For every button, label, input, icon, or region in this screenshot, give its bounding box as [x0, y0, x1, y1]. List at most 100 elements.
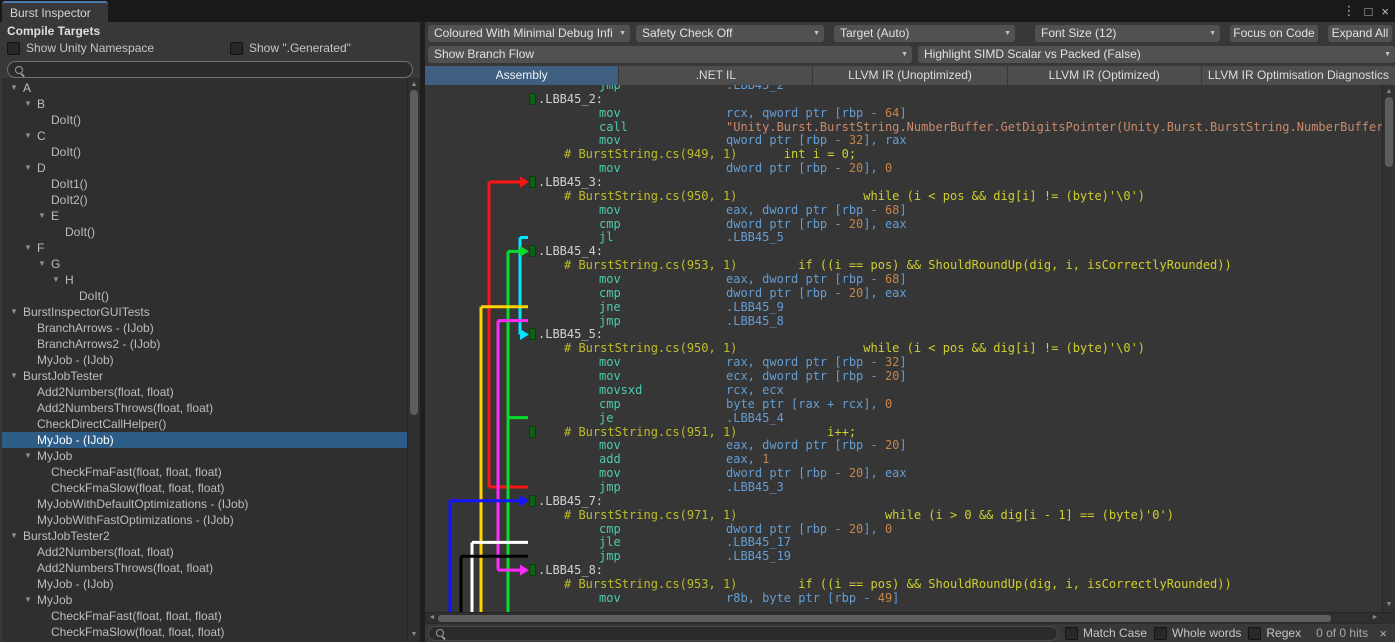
code-line[interactable]: jl.LBB45_5	[425, 230, 1382, 244]
code-scrollbar-thumb[interactable]	[1385, 97, 1393, 167]
code-line[interactable]: cmpdword ptr [rbp - 20], eax	[425, 217, 1382, 231]
tree-item[interactable]: BranchArrows2 - (IJob)	[2, 336, 407, 352]
expander-triangle-icon[interactable]: ▼	[38, 256, 51, 272]
code-scrollbar[interactable]: ▲ ▼	[1382, 85, 1395, 612]
tree-item[interactable]: ▼G	[2, 256, 407, 272]
tree-item[interactable]: CheckDirectCallHelper()	[2, 416, 407, 432]
tab-assembly[interactable]: Assembly	[425, 66, 618, 85]
code-line[interactable]: moveax, dword ptr [rbp - 68]	[425, 272, 1382, 286]
regex-checkbox[interactable]: Regex	[1248, 626, 1301, 640]
code-line[interactable]: moveax, dword ptr [rbp - 20]	[425, 438, 1382, 452]
tree-item[interactable]: DoIt2()	[2, 192, 407, 208]
checkbox-icon[interactable]	[1248, 627, 1261, 640]
tab-llvm-ir-unoptimized[interactable]: LLVM IR (Unoptimized)	[813, 66, 1006, 85]
code-line[interactable]: # BurstString.cs(953, 1) if ((i == pos) …	[425, 258, 1382, 272]
tree-item[interactable]: ▼B	[2, 96, 407, 112]
tree-item[interactable]: MyJob - (IJob)	[2, 576, 407, 592]
tab-net-il[interactable]: .NET IL	[619, 66, 812, 85]
tree-item[interactable]: MyJobWithDefaultOptimizations - (IJob)	[2, 496, 407, 512]
targets-search-field[interactable]	[7, 61, 413, 78]
code-line[interactable]: je.LBB45_4	[425, 411, 1382, 425]
code-line[interactable]: .LBB45_3:	[425, 175, 1382, 189]
checkbox-icon[interactable]	[7, 42, 20, 55]
tree-item[interactable]: Add2NumbersThrows(float, float)	[2, 560, 407, 576]
tree-item[interactable]: MyJobWithFastOptimizations - (IJob)	[2, 512, 407, 528]
code-line[interactable]: movdword ptr [rbp - 20], eax	[425, 466, 1382, 480]
branch-flow-dropdown[interactable]: Show Branch Flow	[428, 46, 912, 63]
window-tab-burst-inspector[interactable]: Burst Inspector	[2, 1, 108, 22]
code-line[interactable]: .LBB45_8:	[425, 563, 1382, 577]
tree-item[interactable]: BranchArrows - (IJob)	[2, 320, 407, 336]
code-line[interactable]: .LBB45_7:	[425, 494, 1382, 508]
tree-item[interactable]: ▼D	[2, 160, 407, 176]
scroll-up-icon[interactable]: ▲	[408, 80, 420, 90]
code-line[interactable]: call"Unity.Burst.BurstString.NumberBuffe…	[425, 120, 1382, 134]
tree-item[interactable]: ▼F	[2, 240, 407, 256]
expander-triangle-icon[interactable]: ▼	[38, 208, 51, 224]
tree-item[interactable]: ▼H	[2, 272, 407, 288]
code-line[interactable]: # BurstString.cs(953, 1) if ((i == pos) …	[425, 577, 1382, 591]
code-line[interactable]: jmp.LBB45_3	[425, 480, 1382, 494]
close-icon[interactable]: ×	[1381, 4, 1389, 19]
code-line[interactable]: movr8b, byte ptr [rbp - 49]	[425, 591, 1382, 605]
hscrollbar-thumb[interactable]	[438, 615, 1331, 622]
code-line[interactable]: movrcx, qword ptr [rbp - 64]	[425, 106, 1382, 120]
code-line[interactable]: # BurstString.cs(949, 1) int i = 0;	[425, 147, 1382, 161]
debug-info-dropdown[interactable]: Coloured With Minimal Debug Infi	[428, 25, 630, 42]
tree-item[interactable]: CheckFmaSlow(float, float, float)	[2, 624, 407, 640]
code-line[interactable]: cmpbyte ptr [rax + rcx], 0	[425, 397, 1382, 411]
code-line[interactable]: jle.LBB45_17	[425, 535, 1382, 549]
tree-item[interactable]: ▼MyJob	[2, 448, 407, 464]
checkbox-icon[interactable]	[1065, 627, 1078, 640]
tree-item[interactable]: CheckFmaFast(float, float, float)	[2, 608, 407, 624]
code-line[interactable]: # BurstString.cs(951, 1) i++;	[425, 425, 1382, 439]
scroll-left-icon[interactable]: ◄	[426, 613, 438, 623]
font-size-dropdown[interactable]: Font Size (12)	[1035, 25, 1220, 42]
tree-item[interactable]: Add2Numbers(float, float)	[2, 384, 407, 400]
code-line[interactable]: movqword ptr [rbp - 32], rax	[425, 133, 1382, 147]
tree-item[interactable]: DoIt()	[2, 288, 407, 304]
scroll-down-icon[interactable]: ▼	[1383, 600, 1395, 610]
code-line[interactable]: movrax, qword ptr [rbp - 32]	[425, 355, 1382, 369]
tree-item[interactable]: DoIt()	[2, 112, 407, 128]
tree-item[interactable]: Add2Numbers(float, float)	[2, 544, 407, 560]
checkbox-icon[interactable]	[1154, 627, 1167, 640]
code-line[interactable]: moveax, dword ptr [rbp - 68]	[425, 203, 1382, 217]
match-case-checkbox[interactable]: Match Case	[1065, 626, 1147, 640]
maximize-icon[interactable]: □	[1365, 4, 1373, 19]
tree-item[interactable]: MyJob - (IJob)	[2, 352, 407, 368]
tab-llvm-ir-optimized[interactable]: LLVM IR (Optimized)	[1008, 66, 1201, 85]
simd-highlight-dropdown[interactable]: Highlight SIMD Scalar vs Packed (False)	[918, 46, 1395, 63]
code-horizontal-scrollbar[interactable]: ◄ ►	[425, 612, 1395, 623]
code-line[interactable]: .LBB45_5:	[425, 327, 1382, 341]
code-line[interactable]: # BurstString.cs(950, 1) while (i < pos …	[425, 189, 1382, 203]
tree-scrollbar[interactable]: ▲ ▼	[407, 78, 420, 642]
expander-triangle-icon[interactable]: ▼	[24, 592, 37, 608]
show-generated-checkbox[interactable]: Show ".Generated"	[230, 41, 351, 55]
whole-words-checkbox[interactable]: Whole words	[1154, 626, 1241, 640]
scroll-down-icon[interactable]: ▼	[408, 630, 420, 640]
expander-triangle-icon[interactable]: ▼	[24, 160, 37, 176]
expander-triangle-icon[interactable]: ▼	[52, 272, 65, 288]
code-line[interactable]: # BurstString.cs(971, 1) while (i > 0 &&…	[425, 508, 1382, 522]
tree-item[interactable]: ▼E	[2, 208, 407, 224]
code-line[interactable]: cmpdword ptr [rbp - 20], eax	[425, 286, 1382, 300]
code-line[interactable]: jmp.LBB45_8	[425, 314, 1382, 328]
scroll-right-icon[interactable]: ►	[1369, 613, 1381, 623]
assembly-code[interactable]: jmp.LBB45_2.LBB45_2:movrcx, qword ptr [r…	[425, 85, 1382, 612]
code-line[interactable]: .LBB45_4:	[425, 244, 1382, 258]
code-line[interactable]: movsxdrcx, ecx	[425, 383, 1382, 397]
tree-item[interactable]: DoIt()	[2, 224, 407, 240]
menu-icon[interactable]: ⋮	[1343, 3, 1356, 19]
focus-on-code-button[interactable]: Focus on Code	[1230, 25, 1318, 42]
tree-item-selected[interactable]: MyJob - (IJob)	[2, 432, 407, 448]
expander-triangle-icon[interactable]: ▼	[24, 448, 37, 464]
tab-llvm-ir-diagnostics[interactable]: LLVM IR Optimisation Diagnostics	[1202, 66, 1395, 85]
code-line[interactable]: # BurstString.cs(950, 1) while (i < pos …	[425, 341, 1382, 355]
expander-triangle-icon[interactable]: ▼	[24, 128, 37, 144]
show-unity-namespace-checkbox[interactable]: Show Unity Namespace	[7, 41, 230, 55]
tree-item[interactable]: CheckFmaFast(float, float, float)	[2, 464, 407, 480]
targets-search-input[interactable]	[29, 63, 406, 77]
checkbox-icon[interactable]	[230, 42, 243, 55]
find-input[interactable]	[449, 626, 1051, 640]
